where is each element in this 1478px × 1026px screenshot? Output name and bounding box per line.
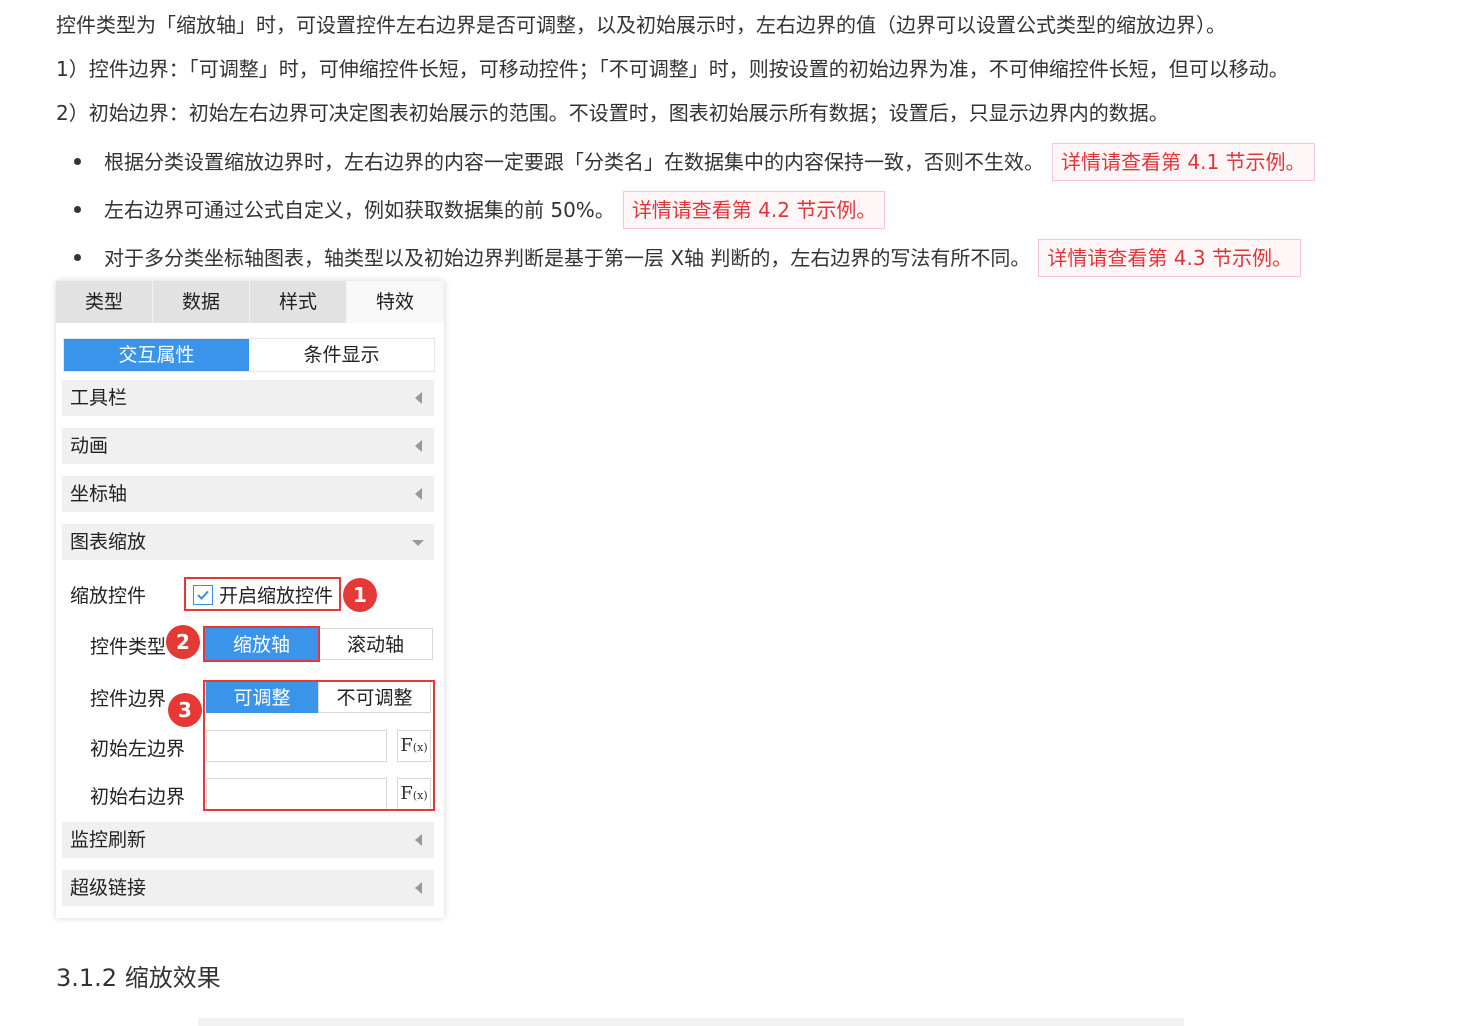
section-link-4-1[interactable]: 详情请查看第 4.1 节示例。 — [1052, 143, 1315, 181]
section-link-4-2[interactable]: 详情请查看第 4.2 节示例。 — [622, 191, 886, 229]
section-link-4-3[interactable]: 详情请查看第 4.3 节示例。 — [1038, 239, 1301, 277]
bullet-item-2: 左右边界可通过公式自定义，例如获取数据集的前 50%。 详情请查看第 4.2 节示… — [104, 191, 886, 229]
tab-style[interactable]: 样式 — [250, 281, 347, 323]
step-badge-1: 1 — [343, 578, 377, 612]
zoom-control-label: 缩放控件 — [70, 585, 147, 607]
bullet-item-1: 根据分类设置缩放边界时，左右边界的内容一定要跟「分类名」在数据集中的内容保持一致… — [104, 143, 1315, 181]
bullet-text: 对于多分类坐标轴图表，轴类型以及初始边界判断是基于第一层 X轴 判断的，左右边界… — [104, 246, 1031, 270]
tab-effects[interactable]: 特效 — [347, 281, 444, 323]
bullet-dot — [74, 206, 81, 213]
collapse-arrow-icon — [415, 488, 422, 500]
highlight-box-3 — [203, 680, 435, 811]
tab-data[interactable]: 数据 — [153, 281, 250, 323]
section-title: 监控刷新 — [70, 829, 147, 851]
next-content-edge — [198, 1018, 1184, 1026]
bullet-text: 根据分类设置缩放边界时，左右边界的内容一定要跟「分类名」在数据集中的内容保持一致… — [104, 150, 1044, 174]
expand-arrow-icon — [412, 540, 424, 546]
highlight-box-2 — [203, 626, 320, 662]
panel-tabs: 类型 数据 样式 特效 — [56, 281, 444, 323]
paragraph-initial-boundary: 2）初始边界：初始左右边界可决定图表初始展示的范围。不设置时，图表初始展示所有数… — [56, 101, 1169, 125]
section-hyperlink[interactable]: 超级链接 — [62, 870, 434, 906]
section-chart-zoom[interactable]: 图表缩放 — [62, 524, 434, 560]
step-badge-2: 2 — [166, 625, 200, 659]
chart-settings-panel: 类型 数据 样式 特效 交互属性 条件显示 工具栏 动画 坐标轴 图表缩放 缩放… — [56, 281, 444, 918]
control-boundary-label: 控件边界 — [90, 688, 167, 710]
section-monitor-refresh[interactable]: 监控刷新 — [62, 822, 434, 858]
bullet-text: 左右边界可通过公式自定义，例如获取数据集的前 50%。 — [104, 198, 615, 222]
step-badge-3: 3 — [168, 693, 202, 727]
bullet-item-3: 对于多分类坐标轴图表，轴类型以及初始边界判断是基于第一层 X轴 判断的，左右边界… — [104, 239, 1301, 277]
tab-type[interactable]: 类型 — [56, 281, 153, 323]
paragraph-control-boundary: 1）控件边界：「可调整」时，可伸缩控件长短，可移动控件；「不可调整」时，则按设置… — [56, 57, 1289, 81]
section-title: 超级链接 — [70, 877, 147, 899]
bullet-dot — [74, 254, 81, 261]
sub-tab-conditional-display[interactable]: 条件显示 — [249, 339, 434, 371]
section-toolbar[interactable]: 工具栏 — [62, 380, 434, 416]
collapse-arrow-icon — [415, 882, 422, 894]
enable-zoom-label: 开启缩放控件 — [219, 585, 334, 607]
section-heading: 3.1.2 缩放效果 — [56, 964, 221, 992]
collapse-arrow-icon — [415, 440, 422, 452]
section-title: 动画 — [70, 435, 109, 457]
section-title: 工具栏 — [70, 387, 128, 409]
paragraph-intro: 控件类型为「缩放轴」时，可设置控件左右边界是否可调整，以及初始展示时，左右边界的… — [56, 13, 1226, 37]
check-icon — [197, 590, 209, 600]
initial-left-boundary-label: 初始左边界 — [90, 738, 186, 760]
bullet-dot — [74, 158, 81, 165]
scroll-axis-button[interactable]: 滚动轴 — [318, 628, 433, 660]
collapse-arrow-icon — [415, 834, 422, 846]
section-title: 坐标轴 — [70, 483, 128, 505]
sub-tab-interaction[interactable]: 交互属性 — [64, 339, 249, 371]
control-type-label: 控件类型 — [90, 636, 167, 658]
collapse-arrow-icon — [415, 392, 422, 404]
section-title: 图表缩放 — [70, 531, 147, 553]
initial-right-boundary-label: 初始右边界 — [90, 786, 186, 808]
sub-tab-group: 交互属性 条件显示 — [64, 339, 434, 371]
section-axis[interactable]: 坐标轴 — [62, 476, 434, 512]
enable-zoom-checkbox[interactable] — [193, 585, 213, 605]
section-animation[interactable]: 动画 — [62, 428, 434, 464]
